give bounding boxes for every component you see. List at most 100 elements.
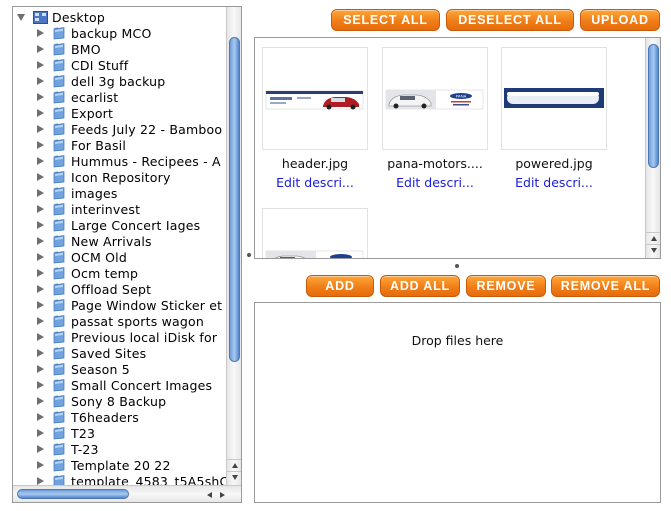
tree-folder-item[interactable]: Ocm temp: [37, 265, 227, 281]
expand-triangle-icon[interactable]: [37, 45, 44, 53]
edit-description-link[interactable]: Edit descri...: [382, 175, 488, 190]
image-thumbnail[interactable]: PANA: [382, 47, 488, 150]
tree-folder-label: BMO: [71, 41, 101, 57]
tree-folder-item[interactable]: Small Concert Images: [37, 377, 227, 393]
expand-triangle-icon[interactable]: [37, 269, 44, 277]
folder-icon: [53, 427, 65, 440]
expand-triangle-icon[interactable]: [37, 141, 44, 149]
edit-description-link[interactable]: Edit descri...: [262, 175, 368, 190]
tree-folder-item[interactable]: passat sports wagon: [37, 313, 227, 329]
expand-triangle-icon[interactable]: [37, 77, 44, 85]
gallery-vertical-scrollbar[interactable]: [645, 38, 660, 258]
tree-folder-item[interactable]: images: [37, 185, 227, 201]
tree-folder-item[interactable]: interinvest: [37, 201, 227, 217]
scroll-down-arrow-icon[interactable]: [646, 244, 660, 255]
tree-folder-item[interactable]: Sony 8 Backup: [37, 393, 227, 409]
expand-triangle-icon[interactable]: [37, 157, 44, 165]
tree-folder-item[interactable]: T6headers: [37, 409, 227, 425]
scroll-down-arrow-icon[interactable]: [227, 471, 241, 482]
folder-icon: [53, 331, 65, 344]
tree-folder-item[interactable]: Export: [37, 105, 227, 121]
tree-folder-item[interactable]: Template 20 22: [37, 457, 227, 473]
expand-triangle-icon[interactable]: [37, 381, 44, 389]
scroll-right-arrow-icon[interactable]: [216, 489, 228, 500]
tree-horizontal-scroll-thumb[interactable]: [17, 489, 129, 499]
tree-folder-item[interactable]: Saved Sites: [37, 345, 227, 361]
tree-vertical-scroll-thumb[interactable]: [229, 37, 240, 362]
gallery-item[interactable]: powered.jpg Edit descri...: [501, 47, 607, 190]
deselect-all-button[interactable]: DESELECT ALL: [446, 9, 574, 31]
expand-triangle-icon[interactable]: [37, 397, 44, 405]
expand-triangle-icon[interactable]: [37, 29, 44, 37]
expand-triangle-icon[interactable]: [37, 461, 44, 469]
scroll-up-arrow-icon[interactable]: [646, 232, 660, 243]
scroll-left-arrow-icon[interactable]: [203, 489, 215, 500]
tree-root-desktop[interactable]: Desktop: [17, 9, 105, 25]
expand-triangle-icon[interactable]: [37, 333, 44, 341]
expand-triangle-icon[interactable]: [37, 349, 44, 357]
tree-horizontal-scrollbar[interactable]: [13, 485, 241, 502]
tree-folder-item[interactable]: Offload Sept: [37, 281, 227, 297]
expand-triangle-icon[interactable]: [37, 173, 44, 181]
gallery-item[interactable]: header.jpg Edit descri...: [262, 47, 368, 190]
tree-folder-item[interactable]: T23: [37, 425, 227, 441]
tree-folder-item[interactable]: Page Window Sticker et I: [37, 297, 227, 313]
expand-triangle-icon[interactable]: [37, 221, 44, 229]
tree-folder-item[interactable]: dell 3g backup: [37, 73, 227, 89]
gallery-vertical-scroll-thumb[interactable]: [648, 44, 659, 168]
expand-triangle-icon[interactable]: [37, 429, 44, 437]
select-all-button[interactable]: SELECT ALL: [331, 9, 440, 31]
tree-folder-item[interactable]: Season 5: [37, 361, 227, 377]
gallery-item[interactable]: [262, 208, 368, 258]
tree-folder-item[interactable]: Large Concert Iages: [37, 217, 227, 233]
image-thumbnail[interactable]: [262, 208, 368, 258]
edit-description-link[interactable]: Edit descri...: [501, 175, 607, 190]
expand-triangle-icon[interactable]: [37, 477, 44, 485]
tree-folder-item[interactable]: Icon Repository: [37, 169, 227, 185]
tree-folder-item[interactable]: Previous local iDisk for: [37, 329, 227, 345]
expand-triangle-icon[interactable]: [37, 365, 44, 373]
expand-triangle-icon[interactable]: [37, 445, 44, 453]
expand-triangle-icon[interactable]: [37, 253, 44, 261]
image-thumbnail[interactable]: [501, 47, 607, 150]
expand-triangle-icon[interactable]: [37, 61, 44, 69]
expand-triangle-icon[interactable]: [37, 285, 44, 293]
tree-folder-item[interactable]: ecarlist: [37, 89, 227, 105]
folder-icon: [53, 235, 65, 248]
expand-triangle-icon[interactable]: [37, 189, 44, 197]
tree-folder-item[interactable]: OCM Old: [37, 249, 227, 265]
expand-triangle-icon[interactable]: [37, 413, 44, 421]
tree-folder-item[interactable]: New Arrivals: [37, 233, 227, 249]
upload-button[interactable]: UPLOAD: [580, 9, 660, 31]
tree-vertical-scrollbar[interactable]: [226, 7, 241, 486]
tree-folder-item[interactable]: T-23: [37, 441, 227, 457]
expand-triangle-icon[interactable]: [37, 109, 44, 117]
scroll-up-arrow-icon[interactable]: [227, 459, 241, 470]
tree-folder-item[interactable]: For Basil: [37, 137, 227, 153]
expand-triangle-icon[interactable]: [37, 301, 44, 309]
tree-folder-item[interactable]: backup MCO: [37, 25, 227, 41]
folder-icon: [53, 123, 65, 136]
expand-triangle-icon[interactable]: [37, 317, 44, 325]
remove-all-button[interactable]: REMOVE ALL: [551, 275, 660, 297]
vertical-splitter-handle[interactable]: [247, 253, 251, 257]
tree-folder-label: Season 5: [71, 361, 130, 377]
image-filename: header.jpg: [281, 156, 349, 171]
gallery-item[interactable]: PANA pana-motors.... Edit descri...: [382, 47, 488, 190]
tree-folder-item[interactable]: Feeds July 22 - Bamboo: [37, 121, 227, 137]
expand-triangle-icon[interactable]: [37, 125, 44, 133]
tree-folder-item[interactable]: BMO: [37, 41, 227, 57]
add-button[interactable]: ADD: [306, 275, 374, 297]
file-drop-zone[interactable]: Drop files here: [254, 302, 661, 503]
expand-triangle-icon[interactable]: [37, 205, 44, 213]
add-all-button[interactable]: ADD ALL: [380, 275, 460, 297]
image-thumbnail[interactable]: [262, 47, 368, 150]
tree-folder-item[interactable]: CDI Stuff: [37, 57, 227, 73]
expand-triangle-icon[interactable]: [37, 237, 44, 245]
horizontal-splitter-handle[interactable]: [455, 264, 459, 268]
expand-triangle-icon[interactable]: [37, 93, 44, 101]
folder-icon: [53, 59, 65, 72]
remove-button[interactable]: REMOVE: [466, 275, 546, 297]
tree-folder-item[interactable]: Hummus - Recipees - A: [37, 153, 227, 169]
expanded-triangle-icon[interactable]: [17, 13, 25, 21]
